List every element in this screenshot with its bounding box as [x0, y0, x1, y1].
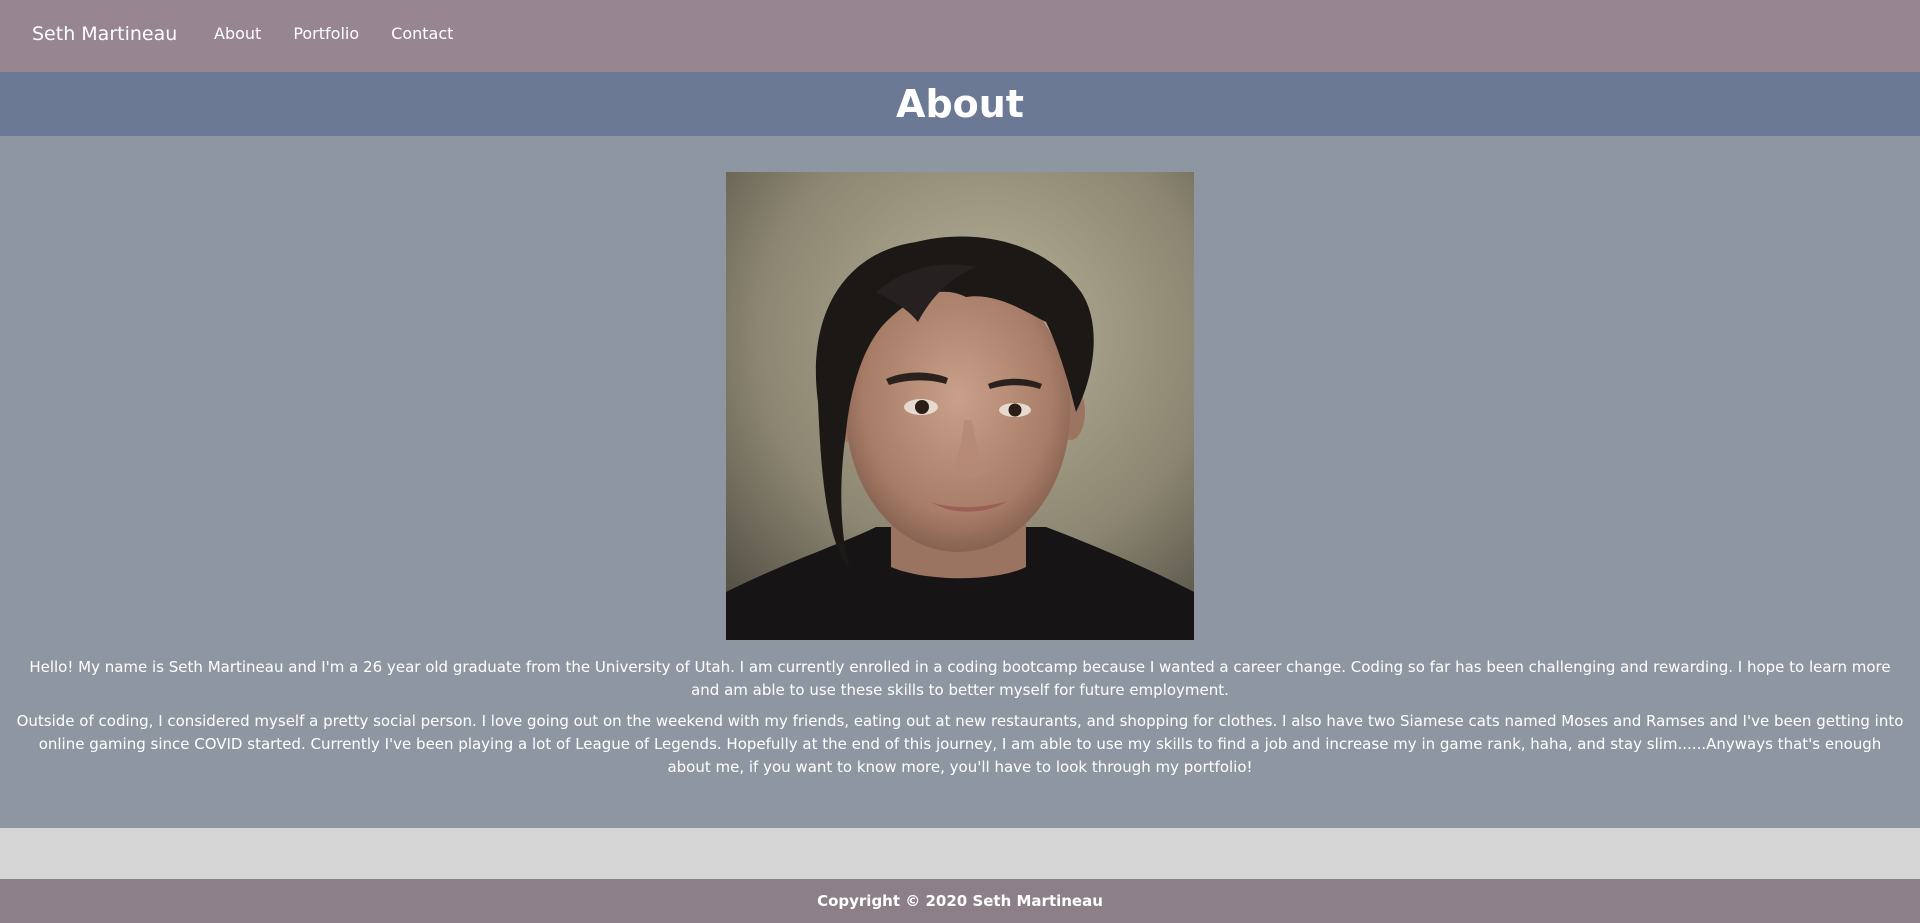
brand-link[interactable]: Seth Martineau [32, 21, 177, 47]
navbar: Seth Martineau About Portfolio Contact [0, 0, 1920, 72]
copyright-text: Copyright © 2020 Seth Martineau [817, 892, 1103, 910]
profile-photo [726, 172, 1194, 640]
spacer-band [0, 828, 1920, 879]
nav-link-portfolio[interactable]: Portfolio [293, 23, 359, 45]
bio-text: Hello! My name is Seth Martineau and I'm… [16, 656, 1904, 787]
title-bar: About [0, 72, 1920, 136]
nav-link-contact[interactable]: Contact [391, 23, 453, 45]
nav-link-about[interactable]: About [214, 23, 261, 45]
bio-paragraph-personal: Outside of coding, I considered myself a… [16, 712, 1904, 776]
page-title: About [896, 82, 1024, 126]
bio-paragraph-intro: Hello! My name is Seth Martineau and I'm… [29, 658, 1891, 699]
about-section: Hello! My name is Seth Martineau and I'm… [0, 136, 1920, 828]
footer: Copyright © 2020 Seth Martineau [0, 879, 1920, 923]
nav-links: About Portfolio Contact [214, 23, 485, 45]
